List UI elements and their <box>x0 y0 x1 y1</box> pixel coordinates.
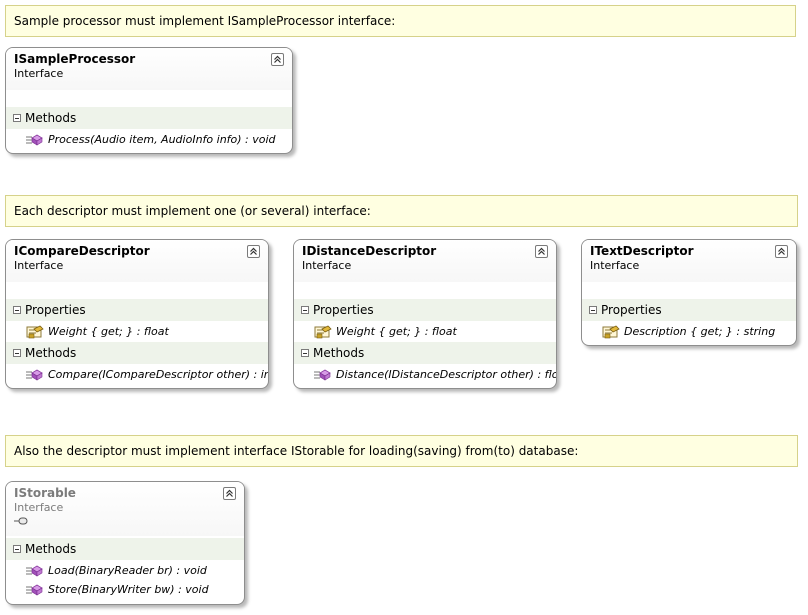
shape-stereotype: Interface <box>14 501 64 514</box>
section-label: Properties <box>313 303 374 317</box>
note-storable: Also the descriptor must implement inter… <box>5 435 798 467</box>
member-text: Process(Audio item, AudioInfo info) : vo… <box>48 133 276 146</box>
shape-stereotype: Interface <box>14 67 64 80</box>
member-text: Weight { get; } : float <box>48 325 169 338</box>
section-label: Methods <box>25 111 77 125</box>
shape-title: IStorable <box>14 486 76 500</box>
shape-header: ICompareDescriptor Interface <box>6 240 268 282</box>
section-label: Properties <box>25 303 86 317</box>
collapse-button[interactable] <box>223 487 236 500</box>
method-item[interactable]: Process(Audio item, AudioInfo info) : vo… <box>6 129 292 150</box>
shape-stereotype: Interface <box>14 259 64 272</box>
interface-istorable[interactable]: IStorable Interface Methods Load(BinaryR… <box>5 481 245 605</box>
properties-section-header[interactable]: Properties <box>582 299 796 321</box>
property-item[interactable]: Description { get; } : string <box>582 321 796 342</box>
shape-title: ISampleProcessor <box>14 52 136 66</box>
property-item[interactable]: Weight { get; } : float <box>6 321 268 342</box>
method-icon <box>26 369 44 381</box>
methods-section-header[interactable]: Methods <box>294 342 556 364</box>
properties-section-header[interactable]: Properties <box>6 299 268 321</box>
section-label: Properties <box>601 303 662 317</box>
member-text: Load(BinaryReader br) : void <box>48 564 207 577</box>
property-icon <box>602 325 620 339</box>
shape-title: ICompareDescriptor <box>14 244 150 258</box>
section-label: Methods <box>313 346 365 360</box>
interface-icomparedescriptor[interactable]: ICompareDescriptor Interface Properties … <box>5 239 269 389</box>
method-icon <box>26 565 44 577</box>
member-text: Weight { get; } : float <box>336 325 457 338</box>
minus-box-icon[interactable] <box>13 545 21 553</box>
shape-header: IDistanceDescriptor Interface <box>294 240 556 282</box>
double-chevron-up-icon <box>537 247 546 256</box>
properties-section-header[interactable]: Properties <box>294 299 556 321</box>
property-item[interactable]: Weight { get; } : float <box>294 321 556 342</box>
shape-header: ISampleProcessor Interface <box>6 48 292 90</box>
methods-section-header[interactable]: Methods <box>6 538 244 560</box>
collapse-button[interactable] <box>271 53 284 66</box>
section-label: Methods <box>25 542 77 556</box>
minus-box-icon[interactable] <box>589 306 597 314</box>
property-icon <box>26 325 44 339</box>
method-item[interactable]: Distance(IDistanceDescriptor other) : fl… <box>294 364 556 385</box>
note-text: Each descriptor must implement one (or s… <box>14 204 371 218</box>
note-sample-processor: Sample processor must implement ISampleP… <box>5 5 796 37</box>
methods-section-header[interactable]: Methods <box>6 107 292 129</box>
method-item[interactable]: Compare(ICompareDescriptor other) : int <box>6 364 268 385</box>
interface-itextdescriptor[interactable]: ITextDescriptor Interface Properties Des… <box>581 239 797 346</box>
method-item[interactable]: Store(BinaryWriter bw) : void <box>6 580 244 599</box>
method-icon <box>26 134 44 146</box>
double-chevron-up-icon <box>225 489 234 498</box>
shape-title: ITextDescriptor <box>590 244 694 258</box>
note-text: Also the descriptor must implement inter… <box>14 444 579 458</box>
note-text: Sample processor must implement ISampleP… <box>14 14 396 28</box>
collapse-button[interactable] <box>535 245 548 258</box>
methods-section-header[interactable]: Methods <box>6 342 268 364</box>
shape-header: IStorable Interface <box>6 482 244 536</box>
interface-isampleprocessor[interactable]: ISampleProcessor Interface Methods Proce… <box>5 47 293 154</box>
method-item[interactable]: Load(BinaryReader br) : void <box>6 561 244 580</box>
member-text: Distance(IDistanceDescriptor other) : fl… <box>336 368 557 381</box>
shape-header: ITextDescriptor Interface <box>582 240 796 282</box>
method-icon <box>26 584 44 596</box>
shape-stereotype: Interface <box>302 259 352 272</box>
minus-box-icon[interactable] <box>301 349 309 357</box>
member-text: Description { get; } : string <box>624 325 776 338</box>
minus-box-icon[interactable] <box>13 306 21 314</box>
double-chevron-up-icon <box>249 247 258 256</box>
property-icon <box>314 325 332 339</box>
double-chevron-up-icon <box>273 55 282 64</box>
shape-title: IDistanceDescriptor <box>302 244 437 258</box>
member-text: Store(BinaryWriter bw) : void <box>48 583 209 596</box>
shape-stereotype: Interface <box>590 259 640 272</box>
collapse-button[interactable] <box>775 245 788 258</box>
minus-box-icon[interactable] <box>13 349 21 357</box>
method-icon <box>314 369 332 381</box>
double-chevron-up-icon <box>777 247 786 256</box>
interface-idistancedescriptor[interactable]: IDistanceDescriptor Interface Properties… <box>293 239 557 389</box>
collapse-button[interactable] <box>247 245 260 258</box>
minus-box-icon[interactable] <box>13 114 21 122</box>
member-text: Compare(ICompareDescriptor other) : int <box>48 368 269 381</box>
lollipop-icon <box>14 515 236 527</box>
minus-box-icon[interactable] <box>301 306 309 314</box>
note-descriptors: Each descriptor must implement one (or s… <box>5 195 798 227</box>
section-label: Methods <box>25 346 77 360</box>
